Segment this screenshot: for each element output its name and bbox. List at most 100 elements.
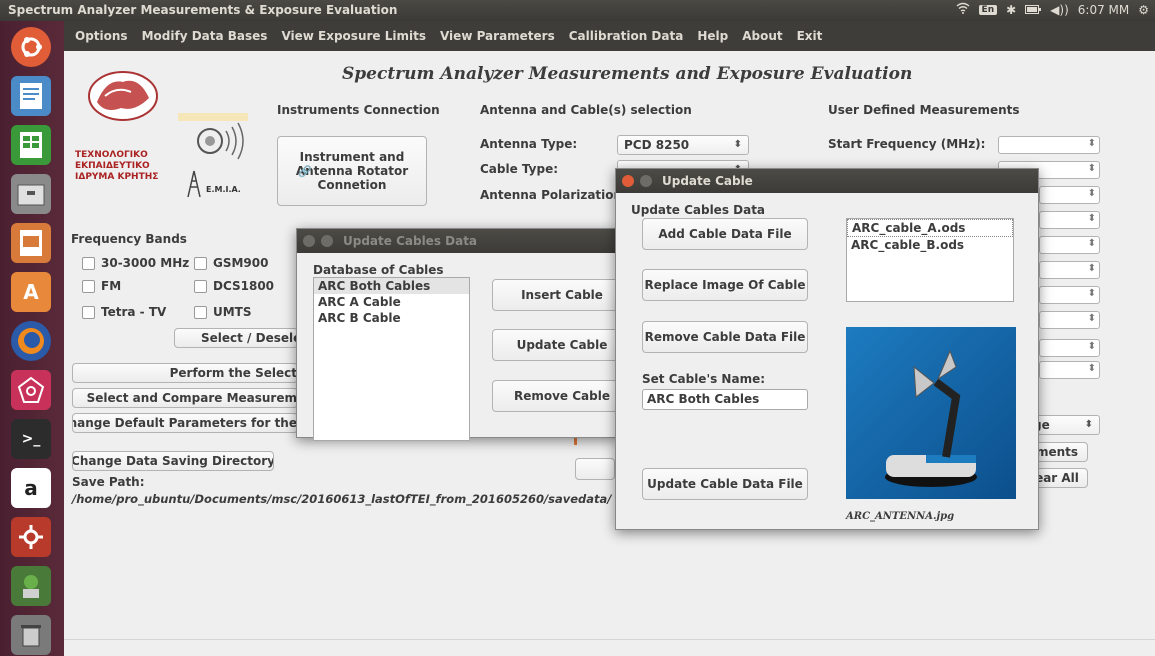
dialog-title: Update Cable	[662, 174, 753, 188]
wifi-icon[interactable]	[956, 2, 970, 17]
page-title: Spectrum Analyzer Measurements and Expos…	[342, 64, 913, 84]
band-checkbox-gsm900[interactable]: GSM900	[194, 256, 268, 270]
window-title: Spectrum Analyzer Measurements & Exposur…	[8, 3, 398, 17]
perform-button[interactable]: Perform the Select	[72, 363, 298, 383]
menu-options[interactable]: Options	[75, 29, 128, 43]
antenna-cable-header: Antenna and Cable(s) selection	[480, 103, 692, 117]
system-tray: En ✱ ◀)) 6:07 MM ⚙	[956, 2, 1149, 17]
band-checkbox-fm[interactable]: FM	[82, 279, 121, 293]
antenna-polarization-label: Antenna Polarization:	[480, 188, 627, 202]
list-item[interactable]: ARC_cable_B.ods	[847, 237, 1013, 253]
writer-icon[interactable]	[11, 76, 51, 116]
system-top-bar: Spectrum Analyzer Measurements & Exposur…	[0, 0, 1155, 21]
files-icon[interactable]	[11, 174, 51, 214]
volume-icon[interactable]: ◀))	[1050, 3, 1069, 17]
param-spinbox-5[interactable]	[1039, 236, 1100, 254]
lab-logo-text: Ε.Μ.Ι.Α.	[206, 185, 241, 194]
tei-logo-emblem	[88, 71, 158, 121]
instrument-connection-button[interactable]: 🔗 Instrument and Antenna Rotator Conneti…	[277, 136, 427, 206]
cables-list[interactable]: ARC Both Cables ARC A Cable ARC B Cable	[313, 277, 470, 441]
update-cables-data-label: Update Cables Data	[631, 203, 766, 217]
dialog-titlebar: Update Cables Data	[297, 229, 617, 253]
close-icon[interactable]	[303, 235, 315, 247]
terminal-icon[interactable]: >_	[11, 419, 51, 459]
trash-icon[interactable]	[11, 615, 51, 655]
start-frequency-label: Start Frequency (MHz):	[828, 137, 986, 151]
clock[interactable]: 6:07 MM	[1078, 3, 1129, 17]
antenna-type-combo[interactable]: PCD 8250	[617, 135, 749, 155]
param-spinbox-8[interactable]	[1039, 311, 1100, 329]
select-deselect-button[interactable]: Select / Deselect	[174, 328, 298, 348]
tei-logo-text: ΤΕΧΝΟΛΟΓΙΚΟ ΕΚΠΑΙΔΕΥΤΙΚΟ ΙΔΡΥΜΑ ΚΡΗΤΗΣ	[75, 150, 159, 182]
image-caption: ARC_ANTENNA.jpg	[846, 511, 955, 522]
menu-view-exposure-limits[interactable]: View Exposure Limits	[281, 29, 426, 43]
checkbox-box	[194, 256, 207, 270]
set-cable-name-label: Set Cable's Name:	[642, 372, 766, 386]
checkbox-box	[82, 256, 95, 270]
dialog-title: Update Cables Data	[343, 234, 478, 248]
menu-help[interactable]: Help	[697, 29, 728, 43]
param-spinbox-9[interactable]	[1039, 339, 1100, 357]
calc-icon[interactable]	[11, 125, 51, 165]
impress-icon[interactable]	[11, 223, 51, 263]
select-compare-button[interactable]: Select and Compare Measurem	[72, 388, 298, 408]
link-icon: 🔗	[298, 165, 312, 178]
menu-exit[interactable]: Exit	[797, 29, 823, 43]
antenna-waves-icon	[178, 113, 248, 160]
frequency-bands-header: Frequency Bands	[71, 232, 187, 246]
bluetooth-icon[interactable]: ✱	[1006, 3, 1016, 17]
system-settings-icon[interactable]	[11, 517, 51, 557]
start-frequency-spinbox[interactable]	[998, 136, 1100, 154]
change-saving-directory-button[interactable]: Change Data Saving Directory	[72, 451, 274, 471]
list-item[interactable]: ARC B Cable	[314, 310, 469, 326]
list-item[interactable]: ARC Both Cables	[314, 278, 469, 294]
replace-image-button[interactable]: Replace Image Of Cable	[642, 269, 808, 301]
band-checkbox-tetra-tv[interactable]: Tetra - TV	[82, 305, 166, 319]
app-running-icon[interactable]	[11, 566, 51, 606]
cable-files-list[interactable]: ARC_cable_A.ods ARC_cable_B.ods	[846, 218, 1014, 302]
menu-bar: Options Modify Data Bases View Exposure …	[64, 21, 1155, 51]
checkbox-box	[82, 305, 95, 319]
battery-icon[interactable]	[1025, 3, 1042, 17]
checkbox-box	[194, 305, 207, 319]
band-checkbox-umts[interactable]: UMTS	[194, 305, 252, 319]
checkbox-box	[194, 279, 207, 293]
menu-modify-data-bases[interactable]: Modify Data Bases	[142, 29, 268, 43]
cable-type-label: Cable Type:	[480, 162, 559, 176]
remove-cable-button[interactable]: Remove Cable	[492, 380, 632, 412]
dialog-titlebar: Update Cable	[616, 169, 1038, 193]
minimize-icon[interactable]	[640, 175, 652, 187]
list-item[interactable]: ARC A Cable	[314, 294, 469, 310]
remove-cable-data-file-button[interactable]: Remove Cable Data File	[642, 321, 808, 353]
change-defaults-button[interactable]: Change Default Parameters for the	[72, 413, 298, 433]
tei-logo: ΤΕΧΝΟΛΟΓΙΚΟ ΕΚΠΑΙΔΕΥΤΙΚΟ ΙΔΡΥΜΑ ΚΡΗΤΗΣ	[71, 66, 167, 203]
settings-gear-icon[interactable]: ⚙	[1138, 3, 1149, 17]
menu-about[interactable]: About	[742, 29, 782, 43]
amazon-icon[interactable]: a	[11, 468, 51, 508]
keyboard-layout-indicator[interactable]: En	[978, 4, 998, 15]
list-item[interactable]: ARC_cable_A.ods	[847, 219, 1013, 237]
band-checkbox-dcs1800[interactable]: DCS1800	[194, 279, 274, 293]
minimize-icon[interactable]	[321, 235, 333, 247]
menu-view-parameters[interactable]: View Parameters	[440, 29, 555, 43]
param-spinbox-7[interactable]	[1039, 286, 1100, 304]
band-checkbox-30-3000[interactable]: 30-3000 MHz	[82, 256, 189, 270]
ubuntu-dash-icon[interactable]	[11, 27, 51, 67]
antenna-image-icon	[885, 349, 977, 487]
close-icon[interactable]	[622, 175, 634, 187]
instruments-connection-header: Instruments Connection	[277, 103, 440, 117]
firefox-icon[interactable]	[11, 321, 51, 361]
menu-callibration-data[interactable]: Callibration Data	[569, 29, 684, 43]
insert-cable-button[interactable]: Insert Cable	[492, 279, 632, 311]
param-spinbox-10[interactable]	[1039, 361, 1100, 379]
update-cable-data-file-button[interactable]: Update Cable Data File	[642, 468, 808, 500]
param-spinbox-6[interactable]	[1039, 261, 1100, 279]
update-cable-button[interactable]: Update Cable	[492, 329, 632, 361]
param-spinbox-4[interactable]	[1039, 211, 1100, 229]
software-center-icon[interactable]: A	[11, 272, 51, 312]
hidden-button[interactable]	[575, 458, 615, 480]
cable-name-input[interactable]: ARC Both Cables	[642, 389, 808, 410]
network-tool-icon[interactable]	[11, 370, 51, 410]
param-spinbox-3[interactable]	[1039, 186, 1100, 204]
add-cable-data-file-button[interactable]: Add Cable Data File	[642, 218, 808, 250]
